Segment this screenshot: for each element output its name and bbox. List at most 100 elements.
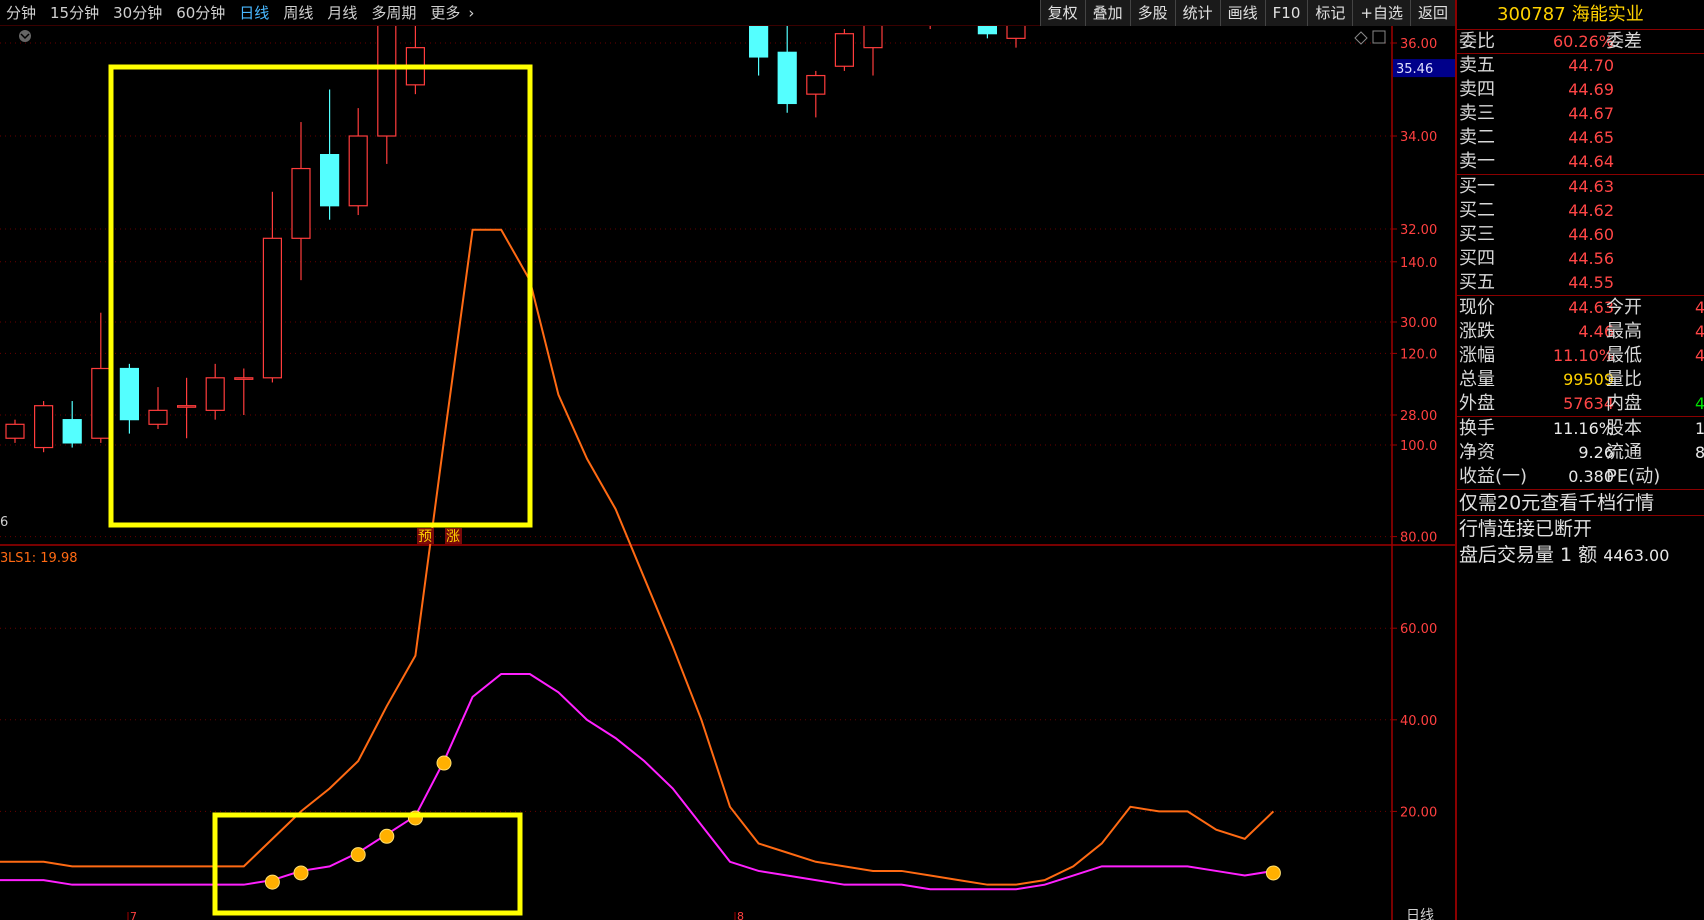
indicator-tick-label: 60.00 — [1400, 622, 1437, 637]
signal-dot — [264, 874, 280, 890]
kline-chart[interactable]: 47.106预涨3LS1: 19.98 46.0044.0042.0040.00… — [0, 26, 1455, 920]
period-tab[interactable]: 日线 — [233, 0, 277, 26]
weibi-value: 60.26% — [1552, 32, 1614, 51]
ls1-line — [0, 228, 1275, 886]
after-hours-row: 盘后交易量 1 额 4463.00 — [1457, 542, 1704, 568]
price-tick-label: 32.00 — [1400, 223, 1437, 238]
sell-orders: 卖五 44.70 卖四 44.69 卖三 44.67 卖二 44.65 卖一 44.64 — [1457, 54, 1704, 175]
finance-row-label: 换手 — [1459, 418, 1495, 439]
period-tab[interactable]: 更多 — [424, 0, 468, 26]
candle-up — [262, 237, 282, 379]
sell-level: 卖五 44.70 — [1457, 54, 1704, 78]
tool-button[interactable]: 画线 — [1219, 0, 1265, 26]
after-hours-label: 盘后交易量 1 额 — [1459, 544, 1598, 566]
quote-row-label2: 今开 — [1606, 297, 1642, 318]
price-tick-label: 30.00 — [1400, 316, 1437, 331]
deep-quote-promo[interactable]: 仅需20元查看千档行情 — [1457, 490, 1704, 516]
tool-button[interactable]: F10 — [1264, 0, 1308, 26]
candle-up — [205, 377, 225, 411]
tool-button[interactable]: 统计 — [1174, 0, 1220, 26]
finance-row-label: 收益(一) — [1459, 466, 1528, 487]
period-tab[interactable]: 周线 — [277, 0, 321, 26]
candle-up — [863, 26, 883, 49]
finance-row-label: 净资 — [1459, 442, 1495, 463]
quote-row-label2: 内盘 — [1606, 393, 1642, 414]
date-mark: 8 — [737, 910, 744, 920]
quote-row: 现价 44.63 今开 4 — [1457, 296, 1704, 320]
buy-level-label: 买一 — [1459, 176, 1495, 197]
candle-up — [291, 167, 311, 239]
finance-row: 换手 11.16%股本 1. — [1457, 417, 1704, 441]
tool-button[interactable]: 复权 — [1039, 0, 1085, 26]
overlays: 47.106预涨3LS1: 19.98 — [0, 30, 1386, 916]
candle-down — [748, 26, 769, 58]
tool-button[interactable]: +自选 — [1352, 0, 1410, 26]
sell-level-value: 44.67 — [1568, 104, 1614, 123]
tool-buttons: 复权 叠加 多股 统计 画线 F10 标记 +自选 返回 — [1039, 0, 1455, 26]
highlight-box-indicator — [212, 812, 523, 916]
quote-row-label: 涨幅 — [1459, 345, 1495, 366]
tool-button[interactable]: 返回 — [1409, 0, 1455, 26]
indicator-tick-label: 80.00 — [1400, 531, 1437, 546]
finance-row-label2: 流通 — [1606, 442, 1642, 463]
candle-up — [33, 405, 54, 449]
buy-level: 买四 44.56 — [1457, 247, 1704, 271]
stock-header[interactable]: 300787 海能实业 — [1457, 0, 1704, 30]
candle-up — [148, 409, 168, 425]
finance-row: 收益(一) 0.380 PE(动) — [1457, 465, 1704, 489]
finance-row-value: 11.16% — [1552, 419, 1614, 438]
candle-up — [5, 423, 25, 439]
chevron-right-icon[interactable]: › — [468, 0, 482, 26]
candle-up — [834, 33, 855, 67]
finance-row-label2: PE(动) — [1606, 466, 1661, 487]
finance-info: 换手11.16%股本1.净资9.26流通89收益(一)0.380PE(动) — [1457, 417, 1704, 490]
quote-row-label: 现价 — [1459, 297, 1495, 318]
period-tab[interactable]: 分钟 — [0, 0, 44, 26]
buy-level: 买三 44.60 — [1457, 223, 1704, 247]
after-hours-value: 4463.00 — [1603, 546, 1670, 565]
sell-level-value: 44.70 — [1568, 56, 1614, 75]
period-toolbar: 分钟 15分钟 30分钟 60分钟 日线 周线 月线 多周期 更多 › 复权 叠加 多股 统计 画线 F10… — [0, 0, 1455, 26]
signal-dot — [436, 755, 452, 771]
candle-down — [119, 367, 140, 421]
sell-level-value: 44.65 — [1568, 128, 1614, 147]
quote-row-label2: 量比 — [1606, 369, 1642, 390]
quote-row: 涨幅 11.10% 最低 4 — [1457, 344, 1704, 368]
buy-level-label: 买五 — [1459, 272, 1495, 293]
sell-level-label: 卖一 — [1459, 151, 1495, 172]
period-tab[interactable]: 15分钟 — [44, 0, 107, 26]
sell-level-label: 卖三 — [1459, 103, 1495, 124]
period-tab[interactable]: 月线 — [321, 0, 365, 26]
candle-up — [91, 367, 111, 439]
buy-orders: 买一 44.63 买二 44.62 买三 44.60 买四 44.56 买五 44.55 — [1457, 175, 1704, 296]
candle-up — [234, 377, 254, 380]
buy-level-label: 买二 — [1459, 200, 1495, 221]
left-edge-label: 6 — [0, 515, 8, 530]
buy-level: 买一 44.63 — [1457, 175, 1704, 199]
quote-row: 涨跌 4.46 最高 4 — [1457, 320, 1704, 344]
quote-row: 总量 99509 量比 — [1457, 368, 1704, 392]
tool-button[interactable]: 叠加 — [1084, 0, 1130, 26]
weibi-row: 委比 60.26% 委差 — [1457, 30, 1704, 54]
sell-level: 卖四 44.69 — [1457, 78, 1704, 102]
buy-level-value: 44.63 — [1568, 177, 1614, 196]
dropdown-icon — [19, 30, 31, 42]
quote-row-label: 总量 — [1459, 369, 1495, 390]
indicator-tick-label: 120.0 — [1400, 347, 1437, 362]
quote-row-value2: 4 — [1695, 322, 1704, 341]
quote-panel: 300787 海能实业 委比 60.26% 委差 卖五 44.70 卖四 44.69 卖三… — [1455, 0, 1704, 920]
candles — [5, 26, 1026, 453]
stock-name: 海能实业 — [1571, 4, 1644, 25]
period-tab[interactable]: 30分钟 — [107, 0, 170, 26]
weicha-label: 委差 — [1606, 31, 1642, 52]
tool-button[interactable]: 多股 — [1129, 0, 1175, 26]
candle-up — [348, 135, 368, 207]
tool-button[interactable]: 标记 — [1307, 0, 1353, 26]
diamond-icon — [1354, 31, 1368, 45]
weibi-label: 委比 — [1459, 31, 1495, 52]
quote-row-value: 11.10% — [1552, 346, 1614, 365]
sell-level-label: 卖五 — [1459, 55, 1495, 76]
period-tab[interactable]: 60分钟 — [170, 0, 233, 26]
period-tab[interactable]: 多周期 — [365, 0, 424, 26]
candle-up — [806, 74, 826, 95]
